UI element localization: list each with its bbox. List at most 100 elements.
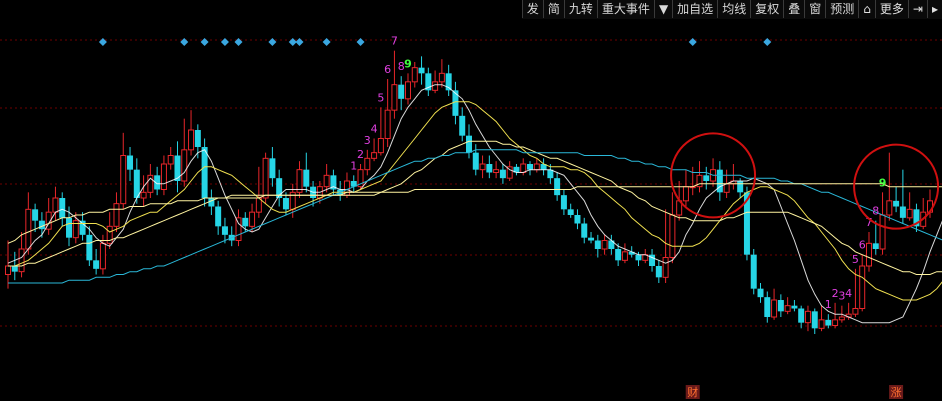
sequence-label-8: 9	[404, 57, 412, 70]
candle-body-0	[5, 265, 11, 275]
candle-body-28	[194, 130, 201, 147]
candle-body-35	[242, 217, 249, 227]
candle-body-78	[533, 163, 540, 171]
candle-body-12	[86, 234, 93, 261]
candle-body-130	[886, 200, 893, 216]
sequence-label-1: 2	[357, 148, 364, 161]
candle-body-27	[188, 129, 195, 151]
candle-body-17	[120, 155, 127, 205]
candle-body-2	[18, 248, 25, 273]
sequence-label-13: 5	[852, 253, 859, 266]
candle-body-72	[493, 169, 500, 174]
candle-body-18	[127, 155, 134, 170]
candle-body-73	[499, 169, 506, 179]
candle-body-97	[662, 257, 669, 278]
candle-body-20	[140, 191, 147, 199]
candle-body-120	[818, 319, 825, 329]
candle-body-84	[574, 215, 581, 224]
candle-body-128	[872, 243, 879, 249]
candle-body-90	[615, 249, 622, 261]
candle-body-88	[601, 240, 608, 250]
candle-body-16	[113, 203, 120, 227]
candle-body-13	[93, 260, 100, 269]
candle-body-36	[249, 211, 256, 227]
candle-body-86	[588, 237, 595, 241]
candle-body-44	[303, 169, 310, 187]
candle-body-119	[811, 311, 818, 329]
event-diamond-icon-1	[180, 38, 189, 46]
candle-body-112	[764, 297, 771, 317]
candle-body-43	[296, 169, 303, 193]
candle-body-127	[865, 242, 872, 267]
candle-body-71	[486, 164, 493, 173]
candle-body-91	[621, 251, 628, 261]
bottom-event-label-0: 财	[687, 385, 698, 399]
candle-body-61	[418, 67, 425, 74]
candle-body-7	[52, 197, 59, 213]
candle-body-29	[201, 147, 208, 198]
candle-body-60	[411, 67, 418, 83]
candle-body-25	[174, 155, 181, 181]
candle-body-54	[371, 152, 378, 159]
candle-body-113	[771, 299, 778, 318]
candle-body-58	[398, 84, 405, 99]
candle-body-83	[567, 209, 574, 215]
sequence-label-9: 1	[825, 298, 832, 311]
candle-body-1	[11, 266, 18, 272]
candle-body-82	[560, 195, 567, 210]
candle-body-8	[59, 198, 66, 218]
candle-body-56	[384, 109, 391, 139]
candle-body-81	[554, 178, 561, 196]
event-diamond-icon-4	[234, 38, 243, 46]
candle-body-34	[235, 217, 242, 241]
sequence-label-16: 8	[872, 205, 879, 218]
candle-body-53	[364, 157, 371, 171]
candle-body-121	[825, 319, 832, 326]
candle-body-87	[594, 240, 601, 249]
event-diamond-icon-5	[268, 38, 277, 46]
candle-body-24	[167, 155, 174, 165]
candle-body-26	[181, 149, 188, 182]
candle-body-100	[682, 186, 689, 202]
candle-body-77	[527, 164, 534, 170]
sequence-label-0: 1	[350, 159, 357, 172]
event-diamond-icon-2	[200, 38, 209, 46]
ma-line-ma10	[8, 101, 942, 301]
ma-line-ma5	[7, 84, 942, 324]
candle-body-122	[832, 319, 839, 327]
candle-body-9	[66, 217, 73, 238]
candle-body-38	[262, 157, 269, 199]
bottom-event-label-1: 涨	[891, 386, 902, 399]
candle-body-117	[798, 308, 805, 323]
candle-body-126	[859, 265, 866, 309]
candle-body-70	[479, 163, 486, 171]
candle-body-68	[466, 135, 472, 153]
candle-body-3	[25, 208, 32, 250]
candle-body-67	[459, 115, 466, 136]
candle-body-59	[404, 81, 411, 100]
candle-body-69	[472, 152, 479, 170]
sequence-label-2: 3	[364, 134, 371, 147]
sequence-label-6: 7	[391, 35, 398, 48]
event-diamond-icon-0	[98, 38, 107, 46]
event-diamond-icon-11	[763, 38, 772, 46]
candle-body-41	[282, 198, 289, 210]
candle-body-4	[32, 209, 39, 221]
candle-body-63	[432, 81, 439, 91]
candle-body-55	[377, 138, 384, 154]
candle-body-57	[391, 84, 398, 111]
candle-body-114	[777, 300, 784, 312]
sequence-label-12: 4	[845, 287, 852, 300]
event-diamond-icon-10	[688, 38, 697, 46]
candle-body-32	[221, 226, 228, 235]
sequence-label-5: 6	[384, 63, 391, 76]
event-diamond-icon-7	[295, 38, 304, 46]
candle-body-64	[438, 72, 445, 83]
candle-body-85	[581, 223, 588, 238]
candle-body-39	[269, 158, 276, 179]
candle-body-125	[852, 308, 859, 315]
candle-body-30	[208, 198, 215, 207]
candle-body-118	[804, 310, 811, 324]
candle-body-133	[906, 208, 913, 219]
candle-body-96	[655, 266, 662, 278]
